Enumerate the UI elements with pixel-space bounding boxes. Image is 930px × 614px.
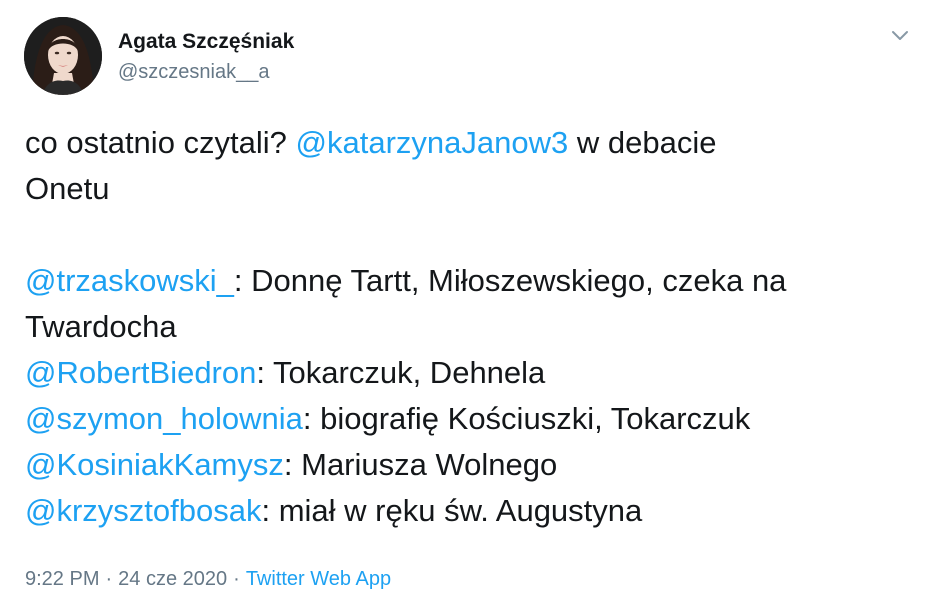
tweet-date[interactable]: 24 cze 2020 — [118, 568, 227, 590]
mention-link[interactable]: @katarzynaJanow3 — [296, 125, 569, 160]
intro-after-text: w debacie — [568, 125, 717, 160]
tweet-line-intro-2: Onetu — [25, 171, 110, 206]
intro-text: co ostatnio czytali? — [25, 125, 296, 160]
meta-separator: · — [233, 568, 240, 590]
mention-link[interactable]: @krzysztofbosak — [25, 493, 261, 528]
answer-text: : Mariusza Wolnego — [283, 447, 558, 482]
answer-line: @KosiniakKamysz: Mariusza Wolnego — [25, 442, 905, 488]
avatar-photo-icon — [24, 17, 102, 95]
answer-text: : Tokarczuk, Dehnela — [256, 355, 546, 390]
meta-separator: · — [105, 568, 113, 590]
author-handle[interactable]: @szczesniak__a — [118, 60, 294, 84]
mention-link[interactable]: @KosiniakKamysz — [25, 447, 284, 482]
answer-line-continuation: Twardocha — [25, 309, 177, 344]
avatar[interactable] — [24, 17, 102, 95]
tweet-time[interactable]: 9:22 PM — [25, 568, 99, 590]
answer-text: : miał w ręku św. Augustyna — [261, 493, 643, 528]
tweet-source-link[interactable]: Twitter Web App — [246, 568, 391, 590]
answer-line: @szymon_holownia: biografię Kościuszki, … — [25, 396, 905, 442]
answer-line: @RobertBiedron: Tokarczuk, Dehnela — [25, 350, 905, 396]
tweet-line-intro: co ostatnio czytali? @katarzynaJanow3 w … — [25, 120, 905, 166]
author-block: Agata Szczęśniak @szczesniak__a — [118, 30, 294, 84]
tweet-card: Agata Szczęśniak @szczesniak__a co ostat… — [0, 0, 930, 614]
answer-text: : Donnę Tartt, Miłoszewskiego, czeka na — [233, 263, 787, 298]
tweet-menu-button[interactable] — [888, 28, 912, 44]
author-display-name[interactable]: Agata Szczęśniak — [118, 30, 294, 54]
answer-line: @trzaskowski_: Donnę Tartt, Miłoszewskie… — [25, 258, 905, 304]
mention-link[interactable]: @szymon_holownia — [25, 401, 303, 436]
tweet-text: co ostatnio czytali? @katarzynaJanow3 w … — [25, 120, 905, 534]
tweet-meta: 9:22 PM · 24 cze 2020 · Twitter Web App — [25, 566, 391, 592]
answer-text: : biografię Kościuszki, Tokarczuk — [302, 401, 751, 436]
mention-link[interactable]: @trzaskowski_ — [25, 263, 234, 298]
mention-link[interactable]: @RobertBiedron — [25, 355, 256, 390]
chevron-down-icon — [892, 31, 908, 40]
answer-line: @krzysztofbosak: miał w ręku św. Augusty… — [25, 488, 905, 534]
